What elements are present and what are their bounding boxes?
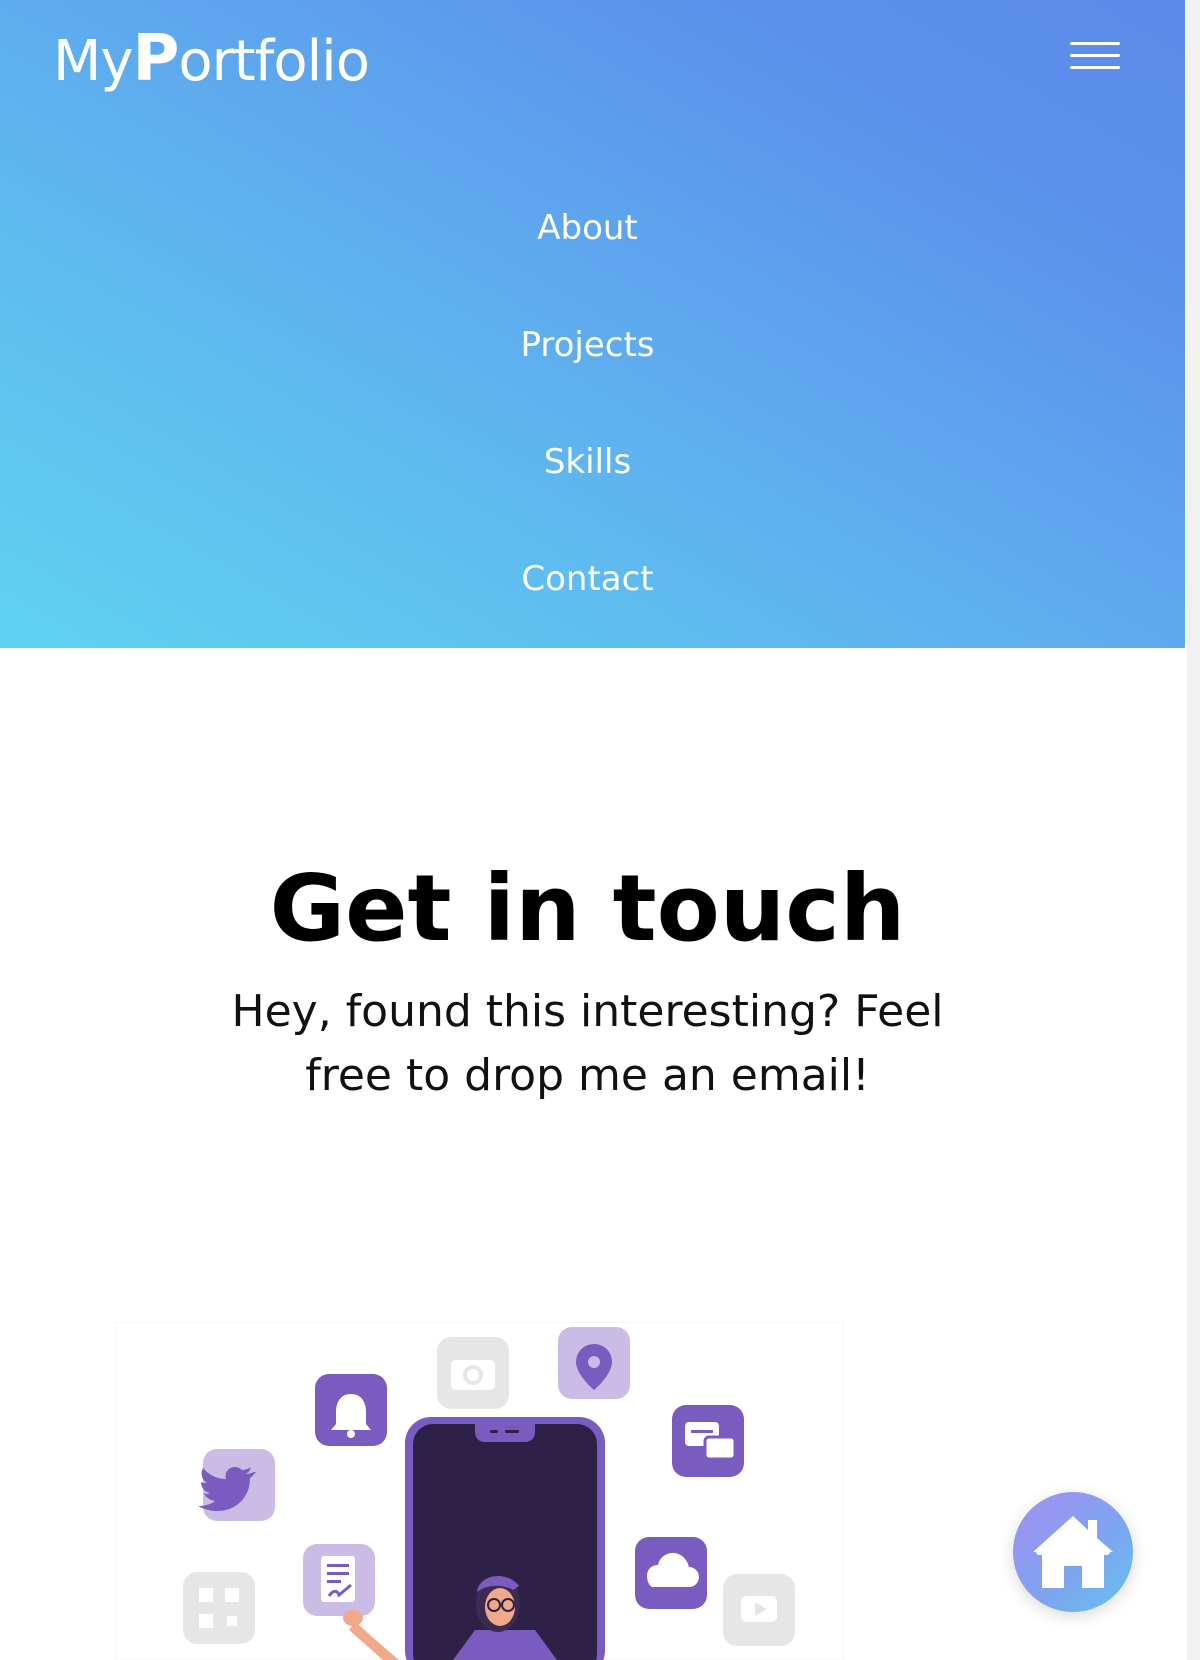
bell-icon [315, 1374, 387, 1446]
logo-suffix: ortfolio [178, 29, 370, 94]
location-pin-icon [558, 1327, 630, 1399]
contact-illustration [115, 1322, 844, 1660]
home-icon [1033, 1516, 1113, 1588]
nav-item-about[interactable]: About [0, 208, 1175, 248]
nav-item-skills[interactable]: Skills [0, 442, 1175, 482]
youtube-icon [723, 1574, 795, 1646]
qr-code-icon [183, 1572, 255, 1644]
contact-subtitle: Hey, found this interesting? Feel free t… [231, 986, 944, 1101]
nav-item-contact[interactable]: Contact [0, 559, 1175, 599]
document-icon [303, 1544, 375, 1616]
home-button[interactable] [1013, 1492, 1133, 1612]
logo[interactable]: MyPortfolio [53, 22, 370, 96]
cloud-icon [635, 1537, 707, 1609]
logo-initial: P [132, 22, 179, 96]
camera-icon [437, 1337, 509, 1409]
twitter-icon [198, 1449, 275, 1521]
header: MyPortfolio About Projects Skills Contac… [0, 0, 1185, 648]
page-scrollbar[interactable] [1187, 0, 1200, 1660]
hamburger-menu-icon[interactable] [1070, 42, 1122, 72]
contact-title: Get in touch [269, 855, 906, 962]
logo-prefix: My [53, 29, 133, 94]
chat-icon [672, 1405, 744, 1477]
nav-item-projects[interactable]: Projects [0, 325, 1175, 365]
